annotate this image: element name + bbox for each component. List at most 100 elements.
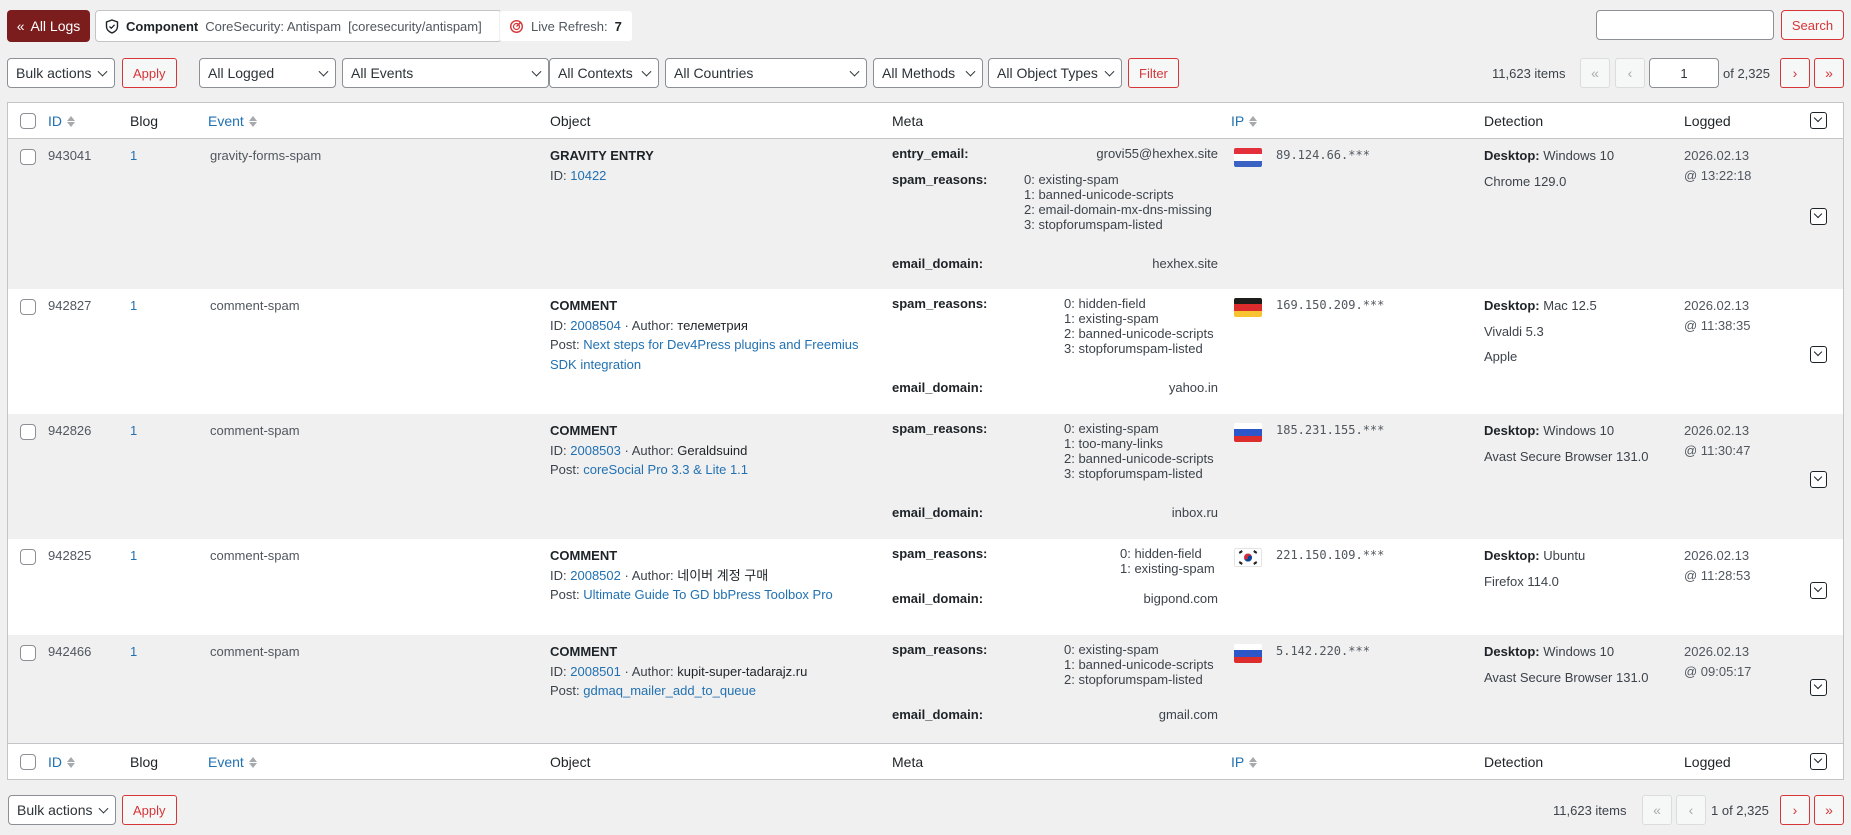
logged-date: 2026.02.13: [1684, 423, 1750, 438]
row-object: GRAVITY ENTRY ID: 10422: [550, 146, 880, 185]
expand-row-icon[interactable]: [1810, 679, 1827, 696]
events-filter-select[interactable]: All Events: [342, 58, 549, 88]
row-checkbox[interactable]: [20, 299, 36, 315]
object-id-link[interactable]: 2008501: [570, 664, 621, 679]
column-id[interactable]: ID: [48, 103, 75, 139]
expand-row-icon[interactable]: [1810, 208, 1827, 225]
object-id-link[interactable]: 2008504: [570, 318, 621, 333]
live-refresh-pill[interactable]: Live Refresh: 7: [499, 10, 633, 42]
next-page-button[interactable]: ›: [1780, 795, 1810, 825]
post-link[interactable]: Next steps for Dev4Press plugins and Fre…: [550, 337, 859, 372]
current-page-input[interactable]: 1: [1649, 58, 1719, 88]
logged-filter-select[interactable]: All Logged: [199, 58, 336, 88]
flag-de-icon: [1234, 298, 1262, 317]
post-link[interactable]: Ultimate Guide To GD bbPress Toolbox Pro: [583, 587, 833, 602]
column-meta: Meta: [892, 113, 924, 129]
prev-page-button[interactable]: ‹: [1676, 795, 1706, 825]
chevron-down-icon: [965, 66, 976, 77]
object-types-filter-select[interactable]: All Object Types: [988, 58, 1122, 88]
post-link[interactable]: gdmaq_mailer_add_to_queue: [583, 683, 756, 698]
bulk-actions-select[interactable]: Bulk actions: [8, 795, 116, 825]
expand-row-icon[interactable]: [1810, 471, 1827, 488]
column-event[interactable]: Event: [208, 103, 257, 139]
spam-reason: 0: existing-spam: [1024, 172, 1119, 187]
row-blog-link[interactable]: 1: [130, 642, 137, 662]
search-input[interactable]: [1596, 10, 1774, 40]
apply-button[interactable]: Apply: [122, 58, 177, 88]
countries-filter-select[interactable]: All Countries: [665, 58, 867, 88]
post-link[interactable]: coreSocial Pro 3.3 & Lite 1.1: [583, 462, 748, 477]
row-checkbox[interactable]: [20, 549, 36, 565]
spam-reason: 1: banned-unicode-scripts: [1024, 187, 1174, 202]
row-checkbox[interactable]: [20, 645, 36, 661]
expand-all-icon[interactable]: [1810, 753, 1827, 770]
chevron-down-icon: [98, 803, 109, 814]
row-detection: Desktop: Mac 12.5 Vivaldi 5.3 Apple: [1484, 296, 1597, 367]
row-detection: Desktop: Windows 10 Avast Secure Browser…: [1484, 642, 1649, 687]
author-label: · Author:: [624, 317, 674, 333]
column-detection: Detection: [1484, 754, 1544, 770]
spam-reason: 2: email-domain-mx-dns-missing: [1024, 202, 1212, 217]
spam-reason: 0: existing-spam: [1064, 421, 1159, 436]
row-blog-link[interactable]: 1: [130, 546, 137, 566]
page-indicator: 1 of 2,325: [1711, 802, 1769, 818]
row-meta: spam_reasons: 0: hidden-field 1: existin…: [892, 546, 1218, 626]
logged-filter-value: All Logged: [208, 65, 275, 81]
chevron-down-icon: [531, 66, 542, 77]
column-object: Object: [550, 754, 591, 770]
expand-row-icon[interactable]: [1810, 582, 1827, 599]
search-button[interactable]: Search: [1781, 10, 1844, 40]
author-name: 네이버 계정 구매: [677, 567, 769, 583]
row-detection: Desktop: Ubuntu Firefox 114.0: [1484, 546, 1585, 591]
select-all-checkbox[interactable]: [20, 754, 36, 770]
first-page-button[interactable]: «: [1580, 58, 1610, 88]
logged-time: @ 11:28:53: [1684, 567, 1751, 583]
bulk-actions-select[interactable]: Bulk actions: [7, 58, 115, 88]
events-filter-value: All Events: [351, 65, 414, 81]
component-filter-pill[interactable]: Component CoreSecurity: Antispam [corese…: [95, 10, 502, 42]
column-ip[interactable]: IP: [1231, 744, 1258, 780]
filter-button[interactable]: Filter: [1128, 58, 1179, 88]
post-label: Post:: [550, 337, 580, 352]
select-all-checkbox[interactable]: [20, 113, 36, 129]
object-id-label: ID:: [550, 663, 567, 679]
spam-reasons-list: 0: hidden-field 1: existing-spam 2: bann…: [1064, 296, 1214, 356]
next-page-button[interactable]: ›: [1780, 58, 1810, 88]
flag-nl-icon: [1234, 148, 1262, 167]
expand-all-icon[interactable]: [1810, 112, 1827, 129]
meta-key: email_domain:: [892, 505, 984, 520]
row-object: COMMENT ID: 2008504 · Author: телеметрия…: [550, 296, 880, 374]
expand-row-icon[interactable]: [1810, 346, 1827, 363]
author-label: · Author:: [624, 442, 674, 458]
object-id-link[interactable]: 2008502: [570, 568, 621, 583]
chevron-down-icon: [97, 66, 108, 77]
meta-value: gmail.com: [1158, 707, 1218, 722]
row-object: COMMENT ID: 2008503 · Author: Geraldsuin…: [550, 421, 880, 480]
row-ip: 89.124.66.***: [1276, 148, 1370, 162]
last-page-button[interactable]: »: [1814, 795, 1844, 825]
row-checkbox[interactable]: [20, 424, 36, 440]
object-id-link[interactable]: 10422: [570, 168, 606, 183]
column-blog: Blog: [130, 113, 159, 129]
meta-key: spam_reasons:: [892, 642, 988, 657]
items-count: 11,623 items: [1492, 65, 1566, 81]
apply-button[interactable]: Apply: [122, 795, 177, 825]
column-id[interactable]: ID: [48, 744, 75, 780]
author-name: Geraldsuind: [677, 442, 748, 458]
spam-reason: 0: hidden-field: [1064, 296, 1146, 311]
methods-filter-select[interactable]: All Methods: [873, 58, 983, 88]
column-ip[interactable]: IP: [1231, 103, 1258, 139]
object-id-link[interactable]: 2008503: [570, 443, 621, 458]
last-page-button[interactable]: »: [1814, 58, 1844, 88]
row-blog-link[interactable]: 1: [130, 421, 137, 441]
column-event[interactable]: Event: [208, 744, 257, 780]
row-object: COMMENT ID: 2008502 · Author: 네이버 계정 구매 …: [550, 546, 880, 605]
row-blog-link[interactable]: 1: [130, 146, 137, 166]
logged-time: @ 09:05:17: [1684, 663, 1752, 679]
contexts-filter-select[interactable]: All Contexts: [549, 58, 659, 88]
all-logs-button[interactable]: « All Logs: [7, 10, 90, 42]
row-blog-link[interactable]: 1: [130, 296, 137, 316]
first-page-button[interactable]: «: [1642, 795, 1672, 825]
prev-page-button[interactable]: ‹: [1615, 58, 1645, 88]
row-checkbox[interactable]: [20, 149, 36, 165]
